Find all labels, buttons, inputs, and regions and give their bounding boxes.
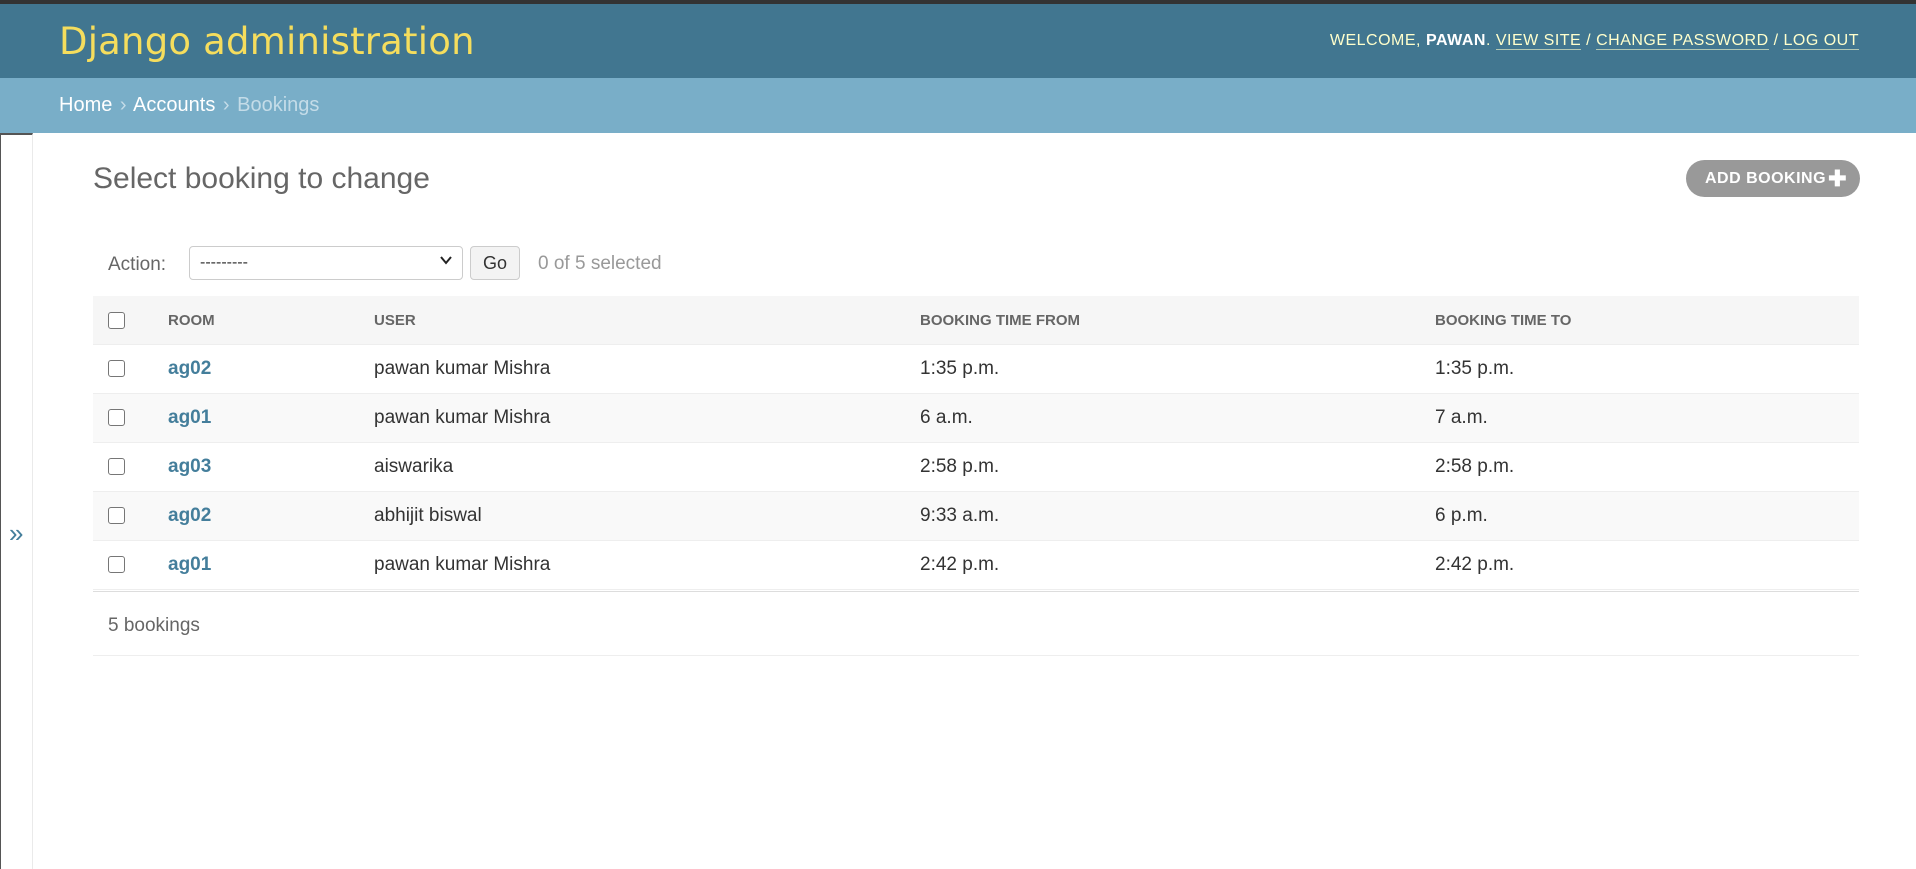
column-header-booking-time-from[interactable]: BOOKING TIME FROM [920,296,1435,345]
table-row: ag03 aiswarika 2:58 p.m. 2:58 p.m. [93,442,1859,492]
header: Django administration WELCOME, PAWAN. VI… [0,4,1916,78]
results-table: ROOM USER BOOKING TIME FROM BOOKING TIME… [93,296,1859,590]
table-row: ag01 pawan kumar Mishra 2:42 p.m. 2:42 p… [93,540,1859,590]
user-cell: pawan kumar Mishra [374,393,920,443]
room-link[interactable]: ag02 [168,358,211,379]
breadcrumb-home[interactable]: Home [59,94,112,116]
site-branding[interactable]: Django administration [59,20,475,63]
user-cell: aiswarika [374,442,920,492]
selected-count: 0 of 5 selected [538,253,662,274]
add-booking-button[interactable]: ADD BOOKING ✚ [1686,160,1860,197]
room-link[interactable]: ag03 [168,456,211,477]
room-link[interactable]: ag02 [168,505,211,526]
table-row: ag02 pawan kumar Mishra 1:35 p.m. 1:35 p… [93,344,1859,394]
change-password-link[interactable]: CHANGE PASSWORD [1596,32,1769,50]
column-header-user[interactable]: USER [374,296,920,345]
result-count: 5 bookings [108,615,200,636]
plus-icon: ✚ [1828,166,1847,191]
action-select-value: --------- [200,254,248,271]
table-row: ag02 abhijit biswal 9:33 a.m. 6 p.m. [93,491,1859,541]
row-checkbox[interactable] [108,409,125,427]
actions-bar: Action: --------- Go 0 of 5 selected [93,244,1859,284]
breadcrumb-accounts[interactable]: Accounts [133,94,215,116]
add-booking-label: ADD BOOKING [1705,170,1827,187]
room-link[interactable]: ag01 [168,554,211,575]
breadcrumb-current: Bookings [237,94,320,116]
column-header-booking-time-to[interactable]: BOOKING TIME TO [1435,296,1859,345]
time-to-cell: 1:35 p.m. [1435,344,1859,394]
row-checkbox[interactable] [108,458,125,476]
view-site-link[interactable]: VIEW SITE [1495,32,1582,50]
room-link[interactable]: ag01 [168,407,211,428]
chevron-down-icon [438,252,454,273]
time-to-cell: 2:42 p.m. [1435,540,1859,590]
go-button[interactable]: Go [470,246,520,280]
time-from-cell: 1:35 p.m. [920,344,1435,394]
time-to-cell: 2:58 p.m. [1435,442,1859,492]
paginator: 5 bookings [93,591,1859,656]
user-cell: pawan kumar Mishra [374,540,920,590]
nav-sidebar-toggle[interactable]: » [0,133,33,869]
double-chevron-right-icon[interactable]: » [9,518,23,549]
select-all-checkbox[interactable] [108,311,125,329]
time-from-cell: 6 a.m. [920,393,1435,443]
row-checkbox[interactable] [108,507,125,525]
column-header-room[interactable]: ROOM [168,296,374,345]
welcome-text: WELCOME, [1329,32,1421,49]
row-checkbox[interactable] [108,360,125,378]
log-out-link[interactable]: LOG OUT [1783,32,1859,50]
time-to-cell: 6 p.m. [1435,491,1859,541]
time-from-cell: 9:33 a.m. [920,491,1435,541]
page-title: Select booking to change [93,162,430,195]
user-cell: abhijit biswal [374,491,920,541]
row-checkbox[interactable] [108,556,125,574]
select-all-cell [93,296,168,345]
user-cell: pawan kumar Mishra [374,344,920,394]
user-tools: WELCOME, PAWAN. VIEW SITE / CHANGE PASSW… [1329,32,1859,50]
time-from-cell: 2:58 p.m. [920,442,1435,492]
time-from-cell: 2:42 p.m. [920,540,1435,590]
breadcrumb-separator: › [119,94,127,116]
breadcrumb-separator: › [222,94,230,116]
breadcrumb: Home › Accounts › Bookings [0,78,1916,133]
action-select[interactable]: --------- [189,246,463,280]
time-to-cell: 7 a.m. [1435,393,1859,443]
action-label: Action: [108,254,167,275]
username: PAWAN [1425,32,1486,49]
table-row: ag01 pawan kumar Mishra 6 a.m. 7 a.m. [93,393,1859,443]
